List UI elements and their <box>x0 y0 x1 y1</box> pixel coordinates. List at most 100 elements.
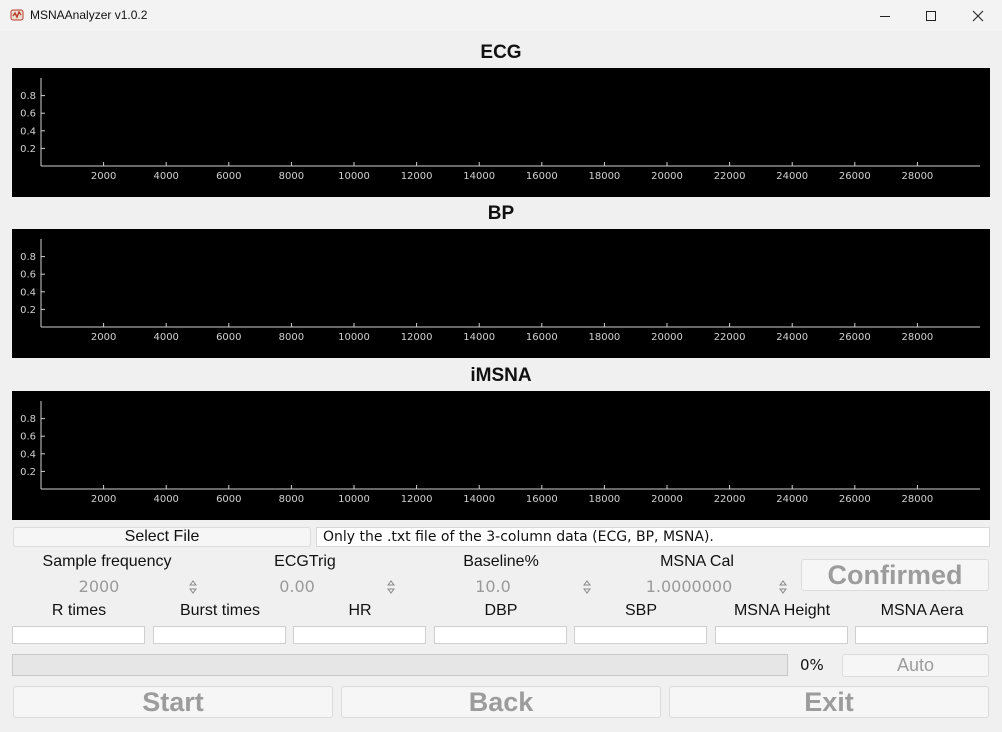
x-tick-label: 28000 <box>901 171 933 182</box>
x-tick-label: 16000 <box>526 171 558 182</box>
x-tick-label: 12000 <box>401 332 433 343</box>
y-tick-label: 0.2 <box>20 467 36 478</box>
x-tick-label: 14000 <box>463 332 495 343</box>
x-tick-label: 22000 <box>714 332 746 343</box>
x-tick-label: 18000 <box>588 494 620 505</box>
app-icon <box>10 9 24 21</box>
y-tick-label: 0.2 <box>20 305 36 316</box>
sbp-label: SBP <box>624 602 657 619</box>
exit-button[interactable]: Exit <box>669 686 989 718</box>
bp-chart[interactable]: 2000 4000 6000 8000 10000 12000 14000 16000 1800… <box>12 229 990 358</box>
x-tick-label: 20000 <box>651 332 683 343</box>
msna-cal-value: 1.0000000 <box>645 577 733 596</box>
x-tick-label: 28000 <box>901 494 933 505</box>
baseline-label: Baseline% <box>463 553 539 570</box>
y-tick-label: 0.4 <box>20 449 36 460</box>
msna-aera-label: MSNA Aera <box>880 602 964 619</box>
x-tick-label: 18000 <box>588 332 620 343</box>
x-tick-label: 2000 <box>91 494 116 505</box>
spin-arrows-icon[interactable] <box>778 578 788 596</box>
x-tick-label: 14000 <box>463 171 495 182</box>
msna-cal-label: MSNA Cal <box>660 553 734 570</box>
x-tick-label: 14000 <box>463 494 495 505</box>
spin-arrows-icon[interactable] <box>582 578 592 596</box>
y-tick-label: 0.8 <box>20 252 36 263</box>
minimize-icon <box>880 15 890 17</box>
x-tick-label: 6000 <box>216 494 241 505</box>
y-tick-label: 0.8 <box>20 91 36 102</box>
x-tick-label: 10000 <box>338 494 370 505</box>
x-tick-label: 4000 <box>153 171 178 182</box>
dbp-label: DBP <box>484 602 518 619</box>
x-tick-label: 22000 <box>714 171 746 182</box>
msna-cal-spinbox[interactable]: 1.0000000 <box>602 577 792 597</box>
x-tick-label: 8000 <box>279 494 304 505</box>
x-tick-label: 22000 <box>714 494 746 505</box>
x-tick-label: 12000 <box>401 494 433 505</box>
x-tick-label: 16000 <box>526 494 558 505</box>
close-button[interactable] <box>955 0 1001 31</box>
x-tick-label: 2000 <box>91 332 116 343</box>
dbp-field[interactable] <box>434 626 567 644</box>
r-times-field[interactable] <box>12 626 145 644</box>
imsna-chart-title: iMSNA <box>470 365 532 386</box>
y-tick-label: 0.8 <box>20 414 36 425</box>
ecg-chart[interactable]: 2000 4000 6000 8000 10000 12000 14000 16000 1800… <box>12 68 990 197</box>
x-tick-label: 18000 <box>588 171 620 182</box>
bp-chart-title: BP <box>487 203 515 224</box>
x-tick-label: 20000 <box>651 171 683 182</box>
msna-aera-field[interactable] <box>855 626 988 644</box>
x-tick-label: 20000 <box>651 494 683 505</box>
x-tick-label: 16000 <box>526 332 558 343</box>
ecgtrig-label: ECGTrig <box>274 553 336 570</box>
confirmed-button[interactable]: Confirmed <box>801 559 989 591</box>
ecgtrig-value: 0.00 <box>279 577 315 596</box>
spin-arrows-icon[interactable] <box>386 578 396 596</box>
auto-button[interactable]: Auto <box>842 654 989 677</box>
start-button[interactable]: Start <box>13 686 333 718</box>
x-tick-label: 24000 <box>776 171 808 182</box>
window-title: MSNAAnalyzer v1.0.2 <box>30 8 148 22</box>
sample-frequency-spinbox[interactable]: 2000 <box>12 577 202 597</box>
spin-arrows-icon[interactable] <box>188 578 198 596</box>
maximize-button[interactable] <box>908 0 954 31</box>
x-tick-label: 4000 <box>153 494 178 505</box>
ecg-chart-title: ECG <box>480 42 522 63</box>
x-tick-label: 6000 <box>216 171 241 182</box>
baseline-value: 10.0 <box>475 577 511 596</box>
y-tick-label: 0.6 <box>20 270 36 281</box>
r-times-label: R times <box>51 602 107 619</box>
imsna-chart[interactable]: 2000 4000 6000 8000 10000 12000 14000 16000 1800… <box>12 391 990 520</box>
y-tick-label: 0.2 <box>20 144 36 155</box>
select-file-button[interactable]: Select File <box>13 527 311 547</box>
x-tick-label: 10000 <box>338 171 370 182</box>
y-tick-label: 0.6 <box>20 109 36 120</box>
baseline-spinbox[interactable]: 10.0 <box>406 577 596 597</box>
close-icon <box>972 10 984 21</box>
minimize-button[interactable] <box>862 0 908 31</box>
ecgtrig-spinbox[interactable]: 0.00 <box>210 577 400 597</box>
x-tick-label: 26000 <box>839 171 871 182</box>
hr-field[interactable] <box>293 626 426 644</box>
x-tick-label: 26000 <box>839 332 871 343</box>
x-tick-label: 24000 <box>776 332 808 343</box>
maximize-icon <box>926 10 936 21</box>
x-tick-label: 8000 <box>279 332 304 343</box>
file-info-text: Only the .txt file of the 3-column data … <box>316 527 990 547</box>
y-tick-label: 0.6 <box>20 432 36 443</box>
progress-percent: 0% <box>800 656 824 674</box>
hr-label: HR <box>348 602 372 619</box>
y-tick-label: 0.4 <box>20 287 36 298</box>
burst-times-field[interactable] <box>153 626 286 644</box>
x-tick-label: 12000 <box>401 171 433 182</box>
x-tick-label: 8000 <box>279 171 304 182</box>
y-tick-label: 0.4 <box>20 126 36 137</box>
msna-height-label: MSNA Height <box>733 602 831 619</box>
x-tick-label: 10000 <box>338 332 370 343</box>
msna-height-field[interactable] <box>715 626 848 644</box>
x-tick-label: 26000 <box>839 494 871 505</box>
x-tick-label: 28000 <box>901 332 933 343</box>
sbp-field[interactable] <box>574 626 707 644</box>
x-tick-label: 24000 <box>776 494 808 505</box>
back-button[interactable]: Back <box>341 686 661 718</box>
